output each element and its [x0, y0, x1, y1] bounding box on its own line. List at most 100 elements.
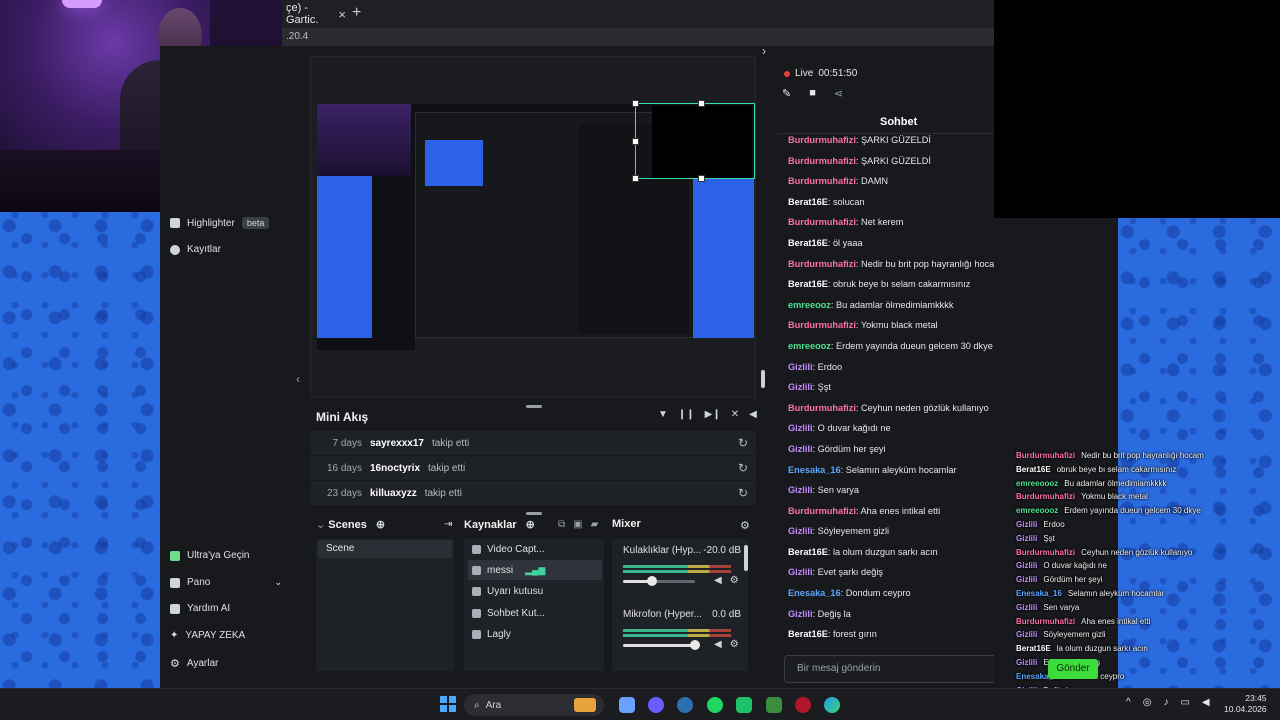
windows-start-icon[interactable]	[440, 696, 456, 712]
chat-username[interactable]: Gizlili	[788, 444, 813, 454]
chat-username[interactable]: Burdurmuhafizi	[788, 320, 856, 330]
app-icon-vpn[interactable]	[619, 697, 635, 713]
chat-username[interactable]: Berat16E	[788, 279, 828, 289]
chat-username[interactable]: Burdurmuhafizi	[788, 259, 856, 269]
filter-icon[interactable]: ▼	[658, 409, 668, 420]
preview-scrollbar[interactable]	[761, 370, 765, 388]
chevron-up-icon[interactable]: ^	[1126, 697, 1131, 708]
send-button[interactable]: Gönder	[1048, 659, 1098, 679]
chat-username[interactable]: Gizlili	[788, 609, 813, 619]
source-item[interactable]: Sohbet Kut...	[468, 603, 602, 623]
camera-icon[interactable]: ■	[809, 87, 816, 100]
replay-icon[interactable]: ↻	[738, 461, 748, 475]
resize-handle[interactable]	[698, 100, 705, 107]
mute-alerts-icon[interactable]: ✕	[731, 409, 739, 420]
source-selection-box[interactable]	[635, 103, 755, 179]
speaker-icon[interactable]: ◀	[714, 575, 722, 586]
new-tab-button[interactable]: +	[352, 4, 361, 22]
mixer-scrollbar[interactable]	[744, 545, 748, 571]
app-icon-green[interactable]	[766, 697, 782, 713]
collapse-right-icon[interactable]: ›	[762, 44, 766, 58]
transition-icon[interactable]: ⇥	[444, 519, 452, 530]
resize-handle[interactable]	[632, 138, 639, 145]
chat-username[interactable]: Gizlili	[788, 526, 813, 536]
opera-icon[interactable]	[795, 697, 811, 713]
chat-username[interactable]: Gizlili	[788, 485, 813, 495]
chat-username[interactable]: Burdurmuhafizi	[788, 156, 856, 166]
sidebar-item-pano[interactable]: Pano ⌄	[170, 577, 282, 588]
sidebar-item-highlighter[interactable]: Highlighter beta	[170, 217, 270, 229]
source-item[interactable]: Lagly	[468, 624, 602, 644]
system-clock[interactable]: 23:45 10.04.2026	[1224, 693, 1267, 715]
chat-username[interactable]: Gizlili	[788, 362, 813, 372]
chat-username[interactable]: Burdurmuhafizi	[788, 135, 856, 145]
source-item[interactable]: Uyarı kutusu	[468, 581, 602, 601]
pause-icon[interactable]: ❙❙	[678, 409, 695, 420]
chevron-down-icon[interactable]: ⌄	[274, 577, 282, 588]
sidebar-item-ayarlar[interactable]: ⚙ Ayarlar	[170, 657, 218, 670]
volume-icon[interactable]: ◀	[749, 409, 757, 420]
chat-username[interactable]: Gizlili	[788, 382, 813, 392]
tab-sohbet[interactable]: Sohbet	[880, 116, 917, 128]
speaker-icon[interactable]: ◀	[714, 639, 722, 650]
copy-icon[interactable]: ⧉	[558, 519, 565, 530]
address-bar[interactable]: .20.4	[282, 28, 994, 46]
chevron-down-icon[interactable]: ⌄	[316, 519, 325, 531]
collapse-left-icon[interactable]: ‹	[296, 372, 300, 386]
chat-username[interactable]: emreeooz	[788, 300, 831, 310]
chat-username[interactable]: Berat16E	[788, 238, 828, 248]
source-item-selected[interactable]: messi ▂▄▆	[468, 560, 602, 580]
chat-message-input[interactable]: Bir mesaj gönderin	[784, 655, 1010, 683]
chat-username[interactable]: Berat16E	[788, 547, 828, 557]
sidebar-item-kayitlar[interactable]: Kayıtlar	[170, 244, 221, 255]
chat-username[interactable]: Burdurmuhafizi	[788, 217, 856, 227]
chat-username[interactable]: Berat16E	[788, 629, 828, 639]
volume-icon[interactable]: ◀	[1202, 697, 1210, 708]
chat-username[interactable]: Berat16E	[788, 197, 828, 207]
chat-username[interactable]: Enesaka_16	[788, 465, 841, 475]
sidebar-item-yapay-zeka[interactable]: ✦ YAPAY ZEKA	[170, 630, 245, 641]
volume-slider[interactable]	[623, 640, 700, 650]
add-source-icon[interactable]: ⊕	[526, 519, 535, 531]
chat-username[interactable]: Gizlili	[788, 567, 813, 577]
chat-username[interactable]: emreeooz	[788, 341, 831, 351]
scene-item[interactable]: Scene	[318, 540, 452, 558]
group-icon[interactable]: ▣	[573, 519, 582, 530]
streamlabs-icon[interactable]	[736, 697, 752, 713]
add-scene-icon[interactable]: ⊕	[376, 519, 385, 531]
taskbar-search[interactable]: ⌕ Ara	[464, 694, 604, 716]
sidebar-item-yardim-ai[interactable]: Yardım AI	[170, 603, 230, 614]
volume-slider[interactable]	[623, 576, 695, 586]
chat-username[interactable]: Burdurmuhafizi	[788, 176, 856, 186]
discord-icon[interactable]	[648, 697, 664, 713]
resize-handle[interactable]	[632, 100, 639, 107]
drag-handle[interactable]	[526, 512, 542, 515]
chat-username[interactable]: Enesaka_16	[788, 588, 841, 598]
folder-icon[interactable]: ▰	[591, 519, 599, 530]
edge-icon[interactable]	[824, 697, 840, 713]
browser-tab[interactable]: çe) - Gartic. ×	[282, 2, 346, 26]
network-icon[interactable]: ▭	[1180, 697, 1189, 708]
sync-icon[interactable]: ◎	[1143, 697, 1152, 708]
steam-icon[interactable]	[677, 697, 693, 713]
chat-username[interactable]: Gizlili	[788, 423, 813, 433]
chat-username[interactable]: Burdurmuhafizi	[788, 506, 856, 516]
skip-icon[interactable]: ▶❙	[705, 409, 721, 420]
resize-handle[interactable]	[698, 175, 705, 182]
edit-icon[interactable]: ✎	[782, 87, 791, 100]
replay-icon[interactable]: ↻	[738, 436, 748, 450]
close-tab-icon[interactable]: ×	[338, 7, 346, 22]
volume-slider-knob[interactable]	[690, 640, 700, 650]
spotify-icon[interactable]	[707, 697, 723, 713]
channel-settings-icon[interactable]: ⚙	[730, 639, 739, 650]
source-item[interactable]: Video Capt...	[468, 539, 602, 559]
sidebar-item-ultra[interactable]: Ultra'ya Geçin	[170, 550, 250, 561]
chat-username[interactable]: Burdurmuhafizi	[788, 403, 856, 413]
replay-icon[interactable]: ↻	[738, 486, 748, 500]
drag-handle[interactable]	[526, 405, 542, 408]
share-icon[interactable]: ⋖	[834, 87, 843, 100]
channel-settings-icon[interactable]: ⚙	[730, 575, 739, 586]
mixer-settings-icon[interactable]: ⚙	[740, 519, 750, 532]
volume-slider-knob[interactable]	[646, 576, 657, 586]
microphone-icon[interactable]: ♪	[1163, 697, 1168, 708]
